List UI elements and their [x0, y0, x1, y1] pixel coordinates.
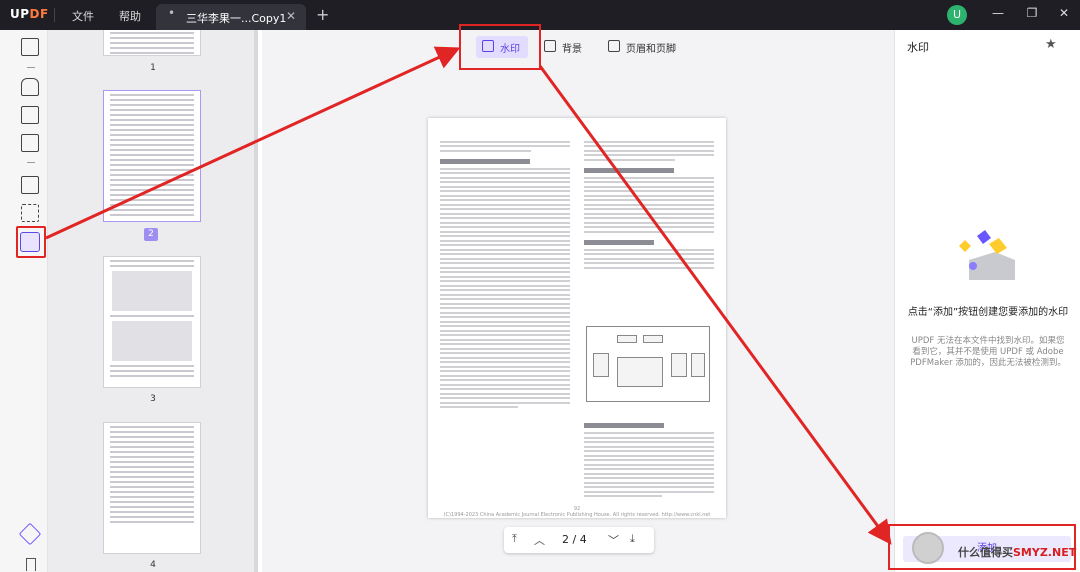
layers-icon[interactable]	[18, 522, 42, 546]
panel-title: 水印	[907, 41, 929, 54]
sparkle-shape	[959, 240, 971, 252]
section-heading	[440, 158, 530, 164]
left-toolbar	[0, 30, 48, 572]
highlight-box-watermark	[459, 24, 541, 70]
page-figure	[586, 326, 710, 402]
thumbnail-panel: 1 2 3 4	[48, 30, 258, 572]
page-indicator[interactable]: 2 / 4	[562, 533, 587, 546]
thumbnail-page-number: 1	[150, 63, 156, 73]
restore-button[interactable]: ❐	[1022, 6, 1042, 24]
highlight-box-page-tools	[16, 226, 46, 258]
document-area: 水印 背景 页眉和页脚 92 (C)1994-2023 China Academ…	[262, 24, 894, 572]
unsaved-dot-icon: •	[168, 6, 176, 20]
dot-shape	[969, 262, 977, 270]
close-window-button[interactable]: ✕	[1054, 6, 1074, 24]
new-tab-button[interactable]: +	[316, 5, 329, 24]
page-thumbnail[interactable]	[103, 30, 201, 56]
last-page-icon[interactable]: ⤓	[630, 532, 635, 546]
page-thumbnail[interactable]	[103, 422, 201, 554]
comment-icon[interactable]	[21, 78, 39, 96]
tab-background[interactable]: 背景	[538, 36, 588, 58]
user-avatar[interactable]: U	[947, 5, 967, 25]
app-logo: UPDF	[10, 7, 49, 21]
page-tools-toolbar: 水印 背景 页眉和页脚	[262, 24, 894, 70]
previous-page-icon[interactable]: ︿	[534, 532, 545, 548]
edit-pdf-icon[interactable]	[21, 106, 39, 124]
page-thumbnail[interactable]	[103, 256, 201, 388]
page-column-left	[440, 138, 570, 411]
site-watermark: 什么值得买SMYZ.NET	[958, 546, 1077, 559]
section-heading	[584, 423, 664, 428]
next-page-icon[interactable]: ﹀	[608, 532, 619, 548]
page-column-right-lower	[584, 416, 714, 500]
page-footer: 92 (C)1994-2023 China Academic Journal E…	[438, 506, 716, 518]
tab-header-footer[interactable]: 页眉和页脚	[602, 36, 682, 58]
divider	[27, 162, 35, 163]
empty-state-heading: 点击“添加”按钮创建您要添加的水印	[907, 307, 1069, 318]
current-page[interactable]: 2	[562, 533, 569, 546]
first-page-icon[interactable]: ⤒	[512, 532, 517, 546]
section-heading	[584, 167, 674, 173]
page-navigation: ⤒ ︿ 2 / 4 ﹀ ⤓	[504, 527, 654, 553]
thumbnail-page-number: 4	[150, 560, 156, 570]
divider	[27, 67, 35, 68]
thumbnail-page-number: 3	[150, 394, 156, 404]
bookmark-icon[interactable]	[26, 558, 36, 571]
prepare-form-icon[interactable]	[21, 134, 39, 152]
header-footer-icon	[608, 40, 620, 52]
stamp-handle-shape	[989, 238, 1007, 254]
sparkle-shape	[977, 230, 991, 244]
watermark-panel: 水印 ★ 点击“添加”按钮创建您要添加的水印 UPDF 无法在本文件中找到水印。…	[894, 30, 1080, 572]
page-separator: /	[572, 533, 577, 546]
background-icon	[544, 40, 556, 52]
tab-header-footer-label: 页眉和页脚	[626, 44, 676, 55]
section-heading	[584, 239, 654, 245]
site-watermark-icon	[912, 532, 944, 564]
crop-pages-icon[interactable]	[21, 204, 39, 222]
menu-help[interactable]: 帮助	[119, 8, 141, 24]
pdf-page[interactable]: 92 (C)1994-2023 China Academic Journal E…	[428, 118, 726, 518]
close-tab-icon[interactable]: ✕	[286, 9, 296, 23]
reader-mode-icon[interactable]	[21, 38, 39, 56]
menu-file[interactable]: 文件	[72, 8, 94, 24]
minimize-button[interactable]: —	[988, 6, 1008, 24]
separator	[54, 8, 55, 22]
thumbnail-page-number-selected: 2	[144, 228, 158, 241]
page-column-right	[584, 138, 714, 271]
empty-state-description: UPDF 无法在本文件中找到水印。如果您看到它，其并不是使用 UPDF 或 Ad…	[910, 336, 1066, 368]
page-thumbnail-selected[interactable]	[103, 90, 201, 222]
document-tab[interactable]: • 三华李果一...Copy1 ✕	[156, 4, 306, 30]
organize-pages-icon[interactable]	[21, 176, 39, 194]
empty-state-illustration	[959, 230, 1015, 280]
footer-copyright: (C)1994-2023 China Academic Journal Elec…	[443, 512, 711, 518]
tab-background-label: 背景	[562, 44, 582, 55]
total-pages: 4	[579, 533, 587, 546]
document-tab-title: 三华李果一...Copy1	[186, 12, 286, 25]
star-icon[interactable]: ★	[1045, 37, 1057, 52]
